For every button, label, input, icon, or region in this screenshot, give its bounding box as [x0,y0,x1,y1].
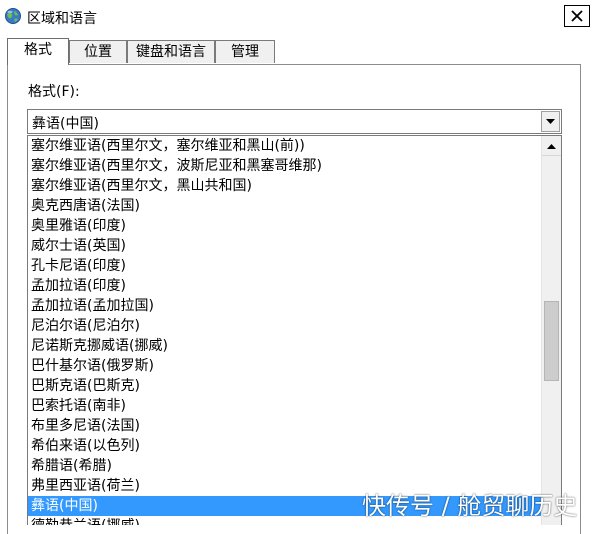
close-button[interactable] [564,5,590,27]
list-item[interactable]: 巴索托语(南非) [28,396,541,416]
vertical-scrollbar[interactable] [541,136,561,525]
arrow-up-icon [547,143,556,149]
close-icon [571,10,583,22]
tab-format[interactable]: 格式 [7,38,69,65]
format-dropdown-list[interactable]: 塞尔维亚语(西里尔文，塞尔维亚和黑山(前)) 塞尔维亚语(西里尔文，波斯尼亚和黑塞… [27,135,562,525]
format-options: 塞尔维亚语(西里尔文，塞尔维亚和黑山(前)) 塞尔维亚语(西里尔文，波斯尼亚和黑塞… [28,136,541,525]
list-item[interactable]: 布里多尼语(法国) [28,416,541,436]
window-title: 区域和语言 [27,11,97,27]
title-bar: 区域和语言 [0,0,604,34]
list-item[interactable]: 塞尔维亚语(西里尔文，塞尔维亚和黑山(前)) [28,136,541,156]
list-item[interactable]: 威尔士语(英国) [28,236,541,256]
list-item[interactable]: 巴什基尔语(俄罗斯) [28,356,541,376]
list-item[interactable]: 孟加拉语(印度) [28,276,541,296]
list-item[interactable]: 塞尔维亚语(西里尔文，黑山共和国) [28,176,541,196]
list-item[interactable]: 孟加拉语(孟加拉国) [28,296,541,316]
tab-location[interactable]: 位置 [69,40,127,63]
scroll-thumb[interactable] [544,301,559,381]
format-select-value: 彝语(中国) [32,116,99,132]
format-dropdown-button[interactable] [541,111,560,132]
list-item[interactable]: 尼诺斯克挪威语(挪威) [28,336,541,356]
watermark-text: 快传号 / 舱贸聊历史 [362,491,578,520]
format-select[interactable]: 彝语(中国) [27,109,562,134]
list-item[interactable]: 巴斯克语(巴斯克) [28,376,541,396]
globe-icon [5,8,21,24]
tab-administrative[interactable]: 管理 [215,40,275,63]
list-item[interactable]: 希腊语(希腊) [28,456,541,476]
list-item[interactable]: 奥里雅语(印度) [28,216,541,236]
chevron-down-icon [546,118,555,124]
list-item[interactable]: 孔卡尼语(印度) [28,256,541,276]
format-label: 格式(F): [28,84,80,100]
list-item[interactable]: 尼泊尔语(尼泊尔) [28,316,541,336]
list-item[interactable]: 希伯来语(以色列) [28,436,541,456]
tab-keyboards-languages[interactable]: 键盘和语言 [127,40,215,63]
scroll-up-button[interactable] [542,136,561,156]
list-item[interactable]: 奥克西唐语(法国) [28,196,541,216]
list-item[interactable]: 塞尔维亚语(西里尔文，波斯尼亚和黑塞哥维那) [28,156,541,176]
